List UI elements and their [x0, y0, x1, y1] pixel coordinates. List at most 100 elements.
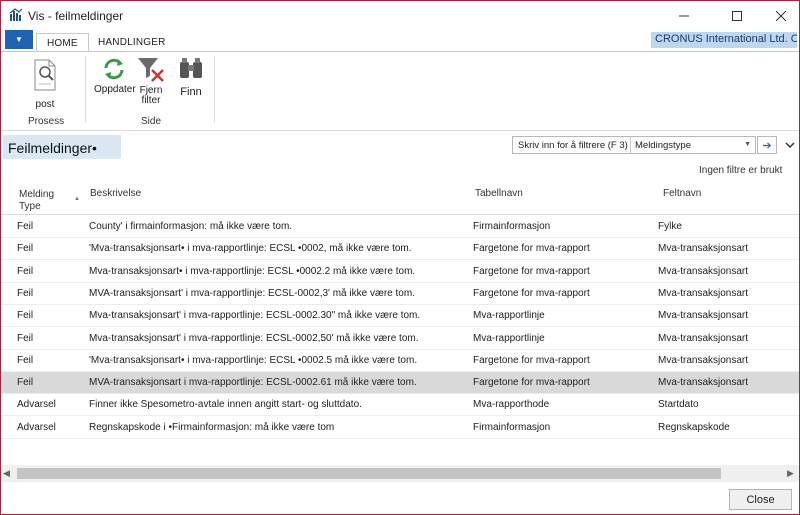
cell-type: Feil — [17, 221, 34, 232]
cell-field-name: Mva-transaksjonsart — [658, 265, 749, 277]
find-button[interactable]: Finn — [175, 56, 207, 98]
cell-field-name: Mva-transaksjonsart — [658, 243, 749, 255]
refresh-icon — [104, 58, 124, 80]
error-table: Melding Type ▲ Beskrivelse Tabellnavn Fe… — [1, 179, 799, 463]
cell-description: 'Mva-transaksjonsart• i mva-rapportlinje… — [89, 354, 418, 366]
cell-description: MVA-transaksjonsart' i mva-rapportlinje:… — [89, 287, 415, 299]
window-title: Vis - feilmeldinger — [28, 9, 124, 23]
minimize-icon — [679, 15, 689, 16]
post-label: post — [35, 99, 55, 110]
filter-field-value: Meldingstype — [635, 140, 691, 151]
cell-table-name: Fargetone for mva-rapport — [473, 265, 590, 277]
dropdown-arrow-icon: ▼ — [744, 141, 751, 148]
cell-table-name: Mva-rapportlinje — [473, 332, 545, 344]
post-document-icon — [34, 59, 56, 91]
close-button[interactable]: Close — [729, 489, 792, 510]
table-row[interactable]: Feil 'Mva-transaksjonsart• i mva-rapportl… — [1, 238, 799, 261]
cell-description: Mva-transaksjonsart• i mva-rapportlinje:… — [89, 265, 416, 277]
post-button[interactable]: post — [23, 58, 67, 110]
cell-type: Feil — [17, 265, 34, 277]
column-header-field[interactable]: Feltnavn — [663, 188, 701, 200]
table-row[interactable]: Feil County' i firmainformasjon: må ikke … — [1, 216, 799, 238]
filter-input[interactable]: Skriv inn for å filtrere (F 3) — [513, 137, 631, 153]
table-row[interactable]: Feil MVA-transaksjonsart' i mva-rapportli… — [1, 283, 799, 305]
cell-type: Feil — [17, 287, 34, 299]
app-logo-icon — [9, 8, 23, 22]
cell-field-name: Mva-transaksjonsart — [658, 332, 749, 344]
table-row[interactable]: Feil Mva-transaksjonsart' i mva-rapportli… — [1, 305, 799, 328]
maximize-icon — [732, 10, 742, 21]
maximize-button[interactable] — [714, 1, 760, 30]
table-row[interactable]: Feil MVA-transaksjonsart i mva-rapportlin… — [1, 372, 799, 395]
chevron-down-icon: ▼ — [15, 35, 23, 44]
column-header-type[interactable]: Melding Type — [19, 189, 69, 213]
cell-type: Advarsel — [17, 399, 56, 411]
cell-description: Mva-transaksjonsart' i mva-rapportlinje:… — [89, 332, 419, 344]
cell-type: Advarsel — [17, 421, 56, 433]
cell-table-name: Fargetone for mva-rapport — [473, 377, 590, 389]
cell-table-name: Mva-rapportlinje — [473, 310, 545, 322]
cell-field-name: Mva-transaksjonsart — [658, 377, 749, 389]
cell-table-name: Mva-rapporthode — [473, 399, 550, 411]
scroll-left-icon[interactable]: ◀ — [3, 468, 10, 479]
refresh-button[interactable]: Oppdater — [94, 56, 136, 95]
apply-filter-button[interactable]: ➔ — [757, 136, 777, 154]
group-label-process: Prosess — [28, 116, 65, 127]
cell-type: Feil — [17, 377, 34, 389]
group-label-page: Side — [141, 116, 162, 127]
refresh-label: Oppdater — [94, 84, 136, 95]
filter-field-select[interactable]: Meldingstype ▼ — [631, 137, 755, 153]
close-icon — [776, 10, 786, 21]
filter-status: Ingen filtre er brukt — [699, 165, 783, 176]
minimize-button[interactable] — [661, 1, 707, 30]
cell-type: Feil — [17, 332, 34, 344]
clear-filter-label: Fjern filter — [139, 85, 163, 106]
close-window-button[interactable] — [758, 1, 799, 30]
scrollbar-thumb[interactable] — [17, 468, 721, 479]
find-label: Finn — [180, 86, 202, 98]
tab-actions[interactable]: HANDLINGER — [88, 33, 176, 52]
tab-home[interactable]: HOME — [36, 33, 89, 53]
cell-table-name: Fargetone for mva-rapport — [473, 243, 590, 255]
table-header: Melding Type ▲ Beskrivelse Tabellnavn Fe… — [1, 179, 799, 215]
ribbon-tab-bar: ▼ HOME HANDLINGER CRONUS International L… — [1, 30, 799, 53]
page-title: Feilmeldinger• — [3, 135, 121, 159]
company-name[interactable]: CRONUS International Ltd. O — [651, 32, 797, 48]
arrow-right-icon: ➔ — [762, 139, 772, 152]
cell-description: 'Mva-transaksjonsart• i mva-rapportlinje… — [89, 243, 412, 255]
cell-table-name: Fargetone for mva-rapport — [473, 354, 590, 366]
cell-description: MVA-transaksjonsart i mva-rapportlinje: … — [89, 377, 417, 389]
ribbon: post Prosess Oppdater Fjern filter Finn … — [1, 51, 799, 131]
cell-description: County' i firmainformasjon: må ikke være… — [89, 221, 293, 232]
cell-table-name: Firmainformasjon — [473, 421, 551, 433]
cell-type: Feil — [17, 310, 34, 322]
column-header-description[interactable]: Beskrivelse — [90, 188, 141, 200]
collapse-chevron-icon[interactable] — [785, 141, 795, 152]
group-divider — [85, 56, 86, 122]
horizontal-scrollbar[interactable]: ◀ ▶ — [1, 465, 799, 482]
clear-filter-icon — [138, 58, 164, 82]
cell-field-name: Fylke — [658, 221, 682, 232]
table-row[interactable]: Advarsel Regnskapskode i •Firmainformasjo… — [1, 417, 799, 439]
app-window: Vis - feilmeldinger ▼ HOME HANDLINGER CR… — [0, 0, 800, 515]
cell-type: Feil — [17, 354, 34, 366]
table-row[interactable]: Feil Mva-transaksjonsart• i mva-rapportli… — [1, 261, 799, 283]
table-row[interactable]: Feil 'Mva-transaksjonsart• i mva-rapportl… — [1, 350, 799, 372]
cell-field-name: Mva-transaksjonsart — [658, 287, 749, 299]
cell-field-name: Startdato — [658, 399, 699, 411]
table-row[interactable]: Advarsel Finner ikke Spesometro-avtale in… — [1, 394, 799, 417]
cell-description: Finner ikke Spesometro-avtale innen angi… — [89, 399, 362, 411]
app-menu-button[interactable]: ▼ — [5, 30, 33, 49]
cell-field-name: Mva-transaksjonsart — [658, 354, 749, 366]
table-row[interactable]: Feil Mva-transaksjonsart' i mva-rapportli… — [1, 328, 799, 350]
clear-filter-button[interactable]: Fjern filter — [134, 56, 168, 106]
cell-table-name: Firmainformasjon — [473, 221, 551, 232]
scroll-right-icon[interactable]: ▶ — [787, 468, 794, 479]
filter-bar: Skriv inn for å filtrere (F 3) Meldingst… — [512, 136, 756, 154]
sort-ascending-icon: ▲ — [74, 196, 80, 202]
group-divider — [214, 56, 215, 122]
column-header-table[interactable]: Tabellnavn — [475, 188, 523, 200]
cell-description: Regnskapskode i •Firmainformasjon: må ik… — [89, 421, 335, 433]
cell-field-name: Mva-transaksjonsart — [658, 310, 749, 322]
cell-description: Mva-transaksjonsart' i mva-rapportlinje:… — [89, 310, 421, 322]
